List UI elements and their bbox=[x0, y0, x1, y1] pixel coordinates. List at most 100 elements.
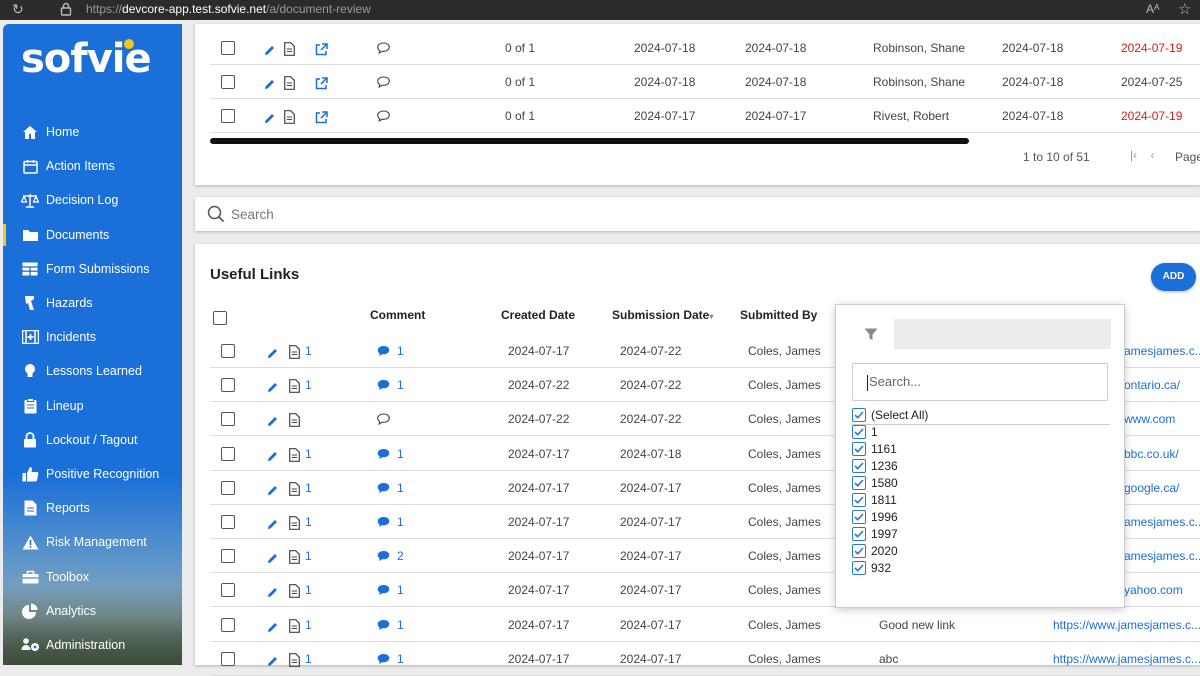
edit-icon[interactable] bbox=[267, 382, 278, 396]
search-bar[interactable]: Search bbox=[195, 197, 1200, 231]
document-icon[interactable] bbox=[284, 76, 295, 93]
first-page-icon[interactable]: |‹ bbox=[1130, 148, 1137, 162]
checked-checkbox-icon[interactable] bbox=[852, 424, 866, 439]
sidebar-item-incidents[interactable]: Incidents bbox=[3, 320, 182, 354]
sidebar-item-hazards[interactable]: Hazards bbox=[3, 286, 182, 320]
comment-icon[interactable] bbox=[377, 42, 390, 57]
row-checkbox[interactable] bbox=[221, 75, 235, 89]
row-checkbox[interactable] bbox=[221, 344, 235, 358]
sidebar-item-lessons-learned[interactable]: Lessons Learned bbox=[3, 354, 182, 388]
select-all-checkbox[interactable] bbox=[213, 311, 227, 325]
comment-icon[interactable] bbox=[377, 653, 390, 668]
sidebar-item-toolbox[interactable]: Toolbox bbox=[3, 560, 182, 594]
edit-icon[interactable] bbox=[267, 519, 278, 533]
checked-checkbox-icon[interactable] bbox=[852, 510, 866, 525]
comment-icon[interactable] bbox=[377, 379, 390, 394]
row-checkbox[interactable] bbox=[221, 480, 235, 495]
row-checkbox[interactable] bbox=[221, 412, 235, 427]
edit-icon[interactable] bbox=[264, 45, 275, 59]
edit-icon[interactable] bbox=[264, 79, 275, 93]
row-checkbox[interactable] bbox=[221, 109, 235, 123]
document-icon[interactable] bbox=[284, 42, 295, 59]
favorite-star-icon[interactable]: ☆ bbox=[1178, 0, 1191, 18]
comment-icon[interactable] bbox=[377, 584, 390, 599]
row-checkbox[interactable] bbox=[221, 446, 235, 461]
sidebar-item-risk-management[interactable]: Risk Management bbox=[3, 525, 182, 559]
sidebar-item-documents[interactable]: Documents bbox=[3, 218, 182, 252]
sidebar-item-reports[interactable]: Reports bbox=[3, 491, 182, 525]
comment-icon[interactable] bbox=[377, 482, 390, 497]
edit-icon[interactable] bbox=[267, 553, 278, 567]
link-url[interactable]: bbc.co.uk/ bbox=[1124, 437, 1179, 471]
sidebar-item-form-submissions[interactable]: Form Submissions bbox=[3, 252, 182, 286]
link-url[interactable]: https://www.jamesjames.c... bbox=[1053, 642, 1200, 676]
reload-icon[interactable]: ↻ bbox=[12, 1, 24, 18]
link-url[interactable]: https://www.jamesjames.c... bbox=[1053, 608, 1200, 642]
document-icon[interactable] bbox=[289, 345, 300, 362]
url-field[interactable]: https://devcore-app.test.sofvie.net/a/do… bbox=[86, 2, 371, 16]
comment-icon[interactable] bbox=[377, 448, 390, 463]
open-external-icon[interactable] bbox=[315, 111, 328, 127]
row-checkbox[interactable] bbox=[221, 41, 235, 55]
edit-icon[interactable] bbox=[267, 348, 278, 362]
comment-header[interactable]: Comment bbox=[370, 308, 425, 322]
filter-option[interactable]: 2020 bbox=[852, 543, 898, 560]
horizontal-scrollbar[interactable] bbox=[210, 138, 969, 144]
submitted-by-header[interactable]: Submitted By bbox=[740, 308, 817, 322]
edit-icon[interactable] bbox=[267, 587, 278, 601]
filter-option[interactable]: 1997 bbox=[852, 526, 898, 543]
filter-option[interactable]: 1996 bbox=[852, 509, 898, 526]
link-url[interactable]: amesjames.c... bbox=[1124, 505, 1200, 539]
checked-checkbox-icon[interactable] bbox=[852, 561, 866, 576]
document-icon[interactable] bbox=[284, 110, 295, 127]
link-url[interactable]: yahoo.com bbox=[1124, 573, 1183, 607]
submission-date-header[interactable]: Submission Date▾ bbox=[612, 308, 713, 322]
document-icon[interactable] bbox=[289, 516, 300, 533]
link-url[interactable]: www.com bbox=[1124, 402, 1175, 436]
link-url[interactable]: google.ca/ bbox=[1124, 471, 1179, 505]
checked-checkbox-icon[interactable] bbox=[852, 544, 866, 559]
comment-icon[interactable] bbox=[377, 345, 390, 360]
checked-checkbox-icon[interactable] bbox=[852, 527, 866, 542]
filter-option[interactable]: (Select All) bbox=[852, 406, 928, 423]
row-checkbox[interactable] bbox=[221, 617, 235, 632]
search-input[interactable]: Search bbox=[231, 207, 274, 222]
sidebar-item-home[interactable]: Home bbox=[3, 115, 182, 149]
checked-checkbox-icon[interactable] bbox=[852, 458, 866, 473]
edit-icon[interactable] bbox=[267, 622, 278, 636]
sidebar-item-lineup[interactable]: Lineup bbox=[3, 389, 182, 423]
filter-option[interactable]: 1580 bbox=[852, 474, 898, 491]
edit-icon[interactable] bbox=[267, 485, 278, 499]
document-icon[interactable] bbox=[289, 447, 300, 465]
comment-icon[interactable] bbox=[377, 516, 390, 531]
document-icon[interactable] bbox=[289, 652, 300, 670]
filter-tab[interactable] bbox=[848, 319, 894, 349]
document-icon[interactable] bbox=[289, 481, 300, 499]
link-url[interactable]: amesjames.c... bbox=[1124, 539, 1200, 573]
comment-icon[interactable] bbox=[377, 413, 390, 428]
document-icon[interactable] bbox=[289, 413, 300, 430]
edit-icon[interactable] bbox=[267, 416, 278, 430]
comment-icon[interactable] bbox=[377, 76, 390, 91]
filter-option[interactable]: 1 bbox=[852, 423, 878, 440]
sidebar-item-positive-recognition[interactable]: Positive Recognition bbox=[3, 457, 182, 491]
link-url[interactable]: amesjames.c... bbox=[1124, 334, 1200, 368]
sidebar-item-action-items[interactable]: Action Items bbox=[3, 149, 182, 183]
previous-page-icon[interactable]: ‹ bbox=[1150, 148, 1154, 162]
comment-icon[interactable] bbox=[377, 550, 390, 565]
filter-option[interactable]: 1236 bbox=[852, 457, 898, 474]
filter-option[interactable]: 932 bbox=[852, 560, 891, 577]
open-external-icon[interactable] bbox=[315, 43, 328, 59]
document-icon[interactable] bbox=[289, 550, 300, 567]
sofvie-logo[interactable]: sofvie bbox=[21, 36, 152, 82]
open-external-icon[interactable] bbox=[315, 77, 328, 93]
link-url[interactable]: ontario.ca/ bbox=[1124, 368, 1180, 402]
filter-search-input[interactable]: Search... bbox=[852, 363, 1108, 401]
row-checkbox[interactable] bbox=[221, 651, 235, 666]
row-checkbox[interactable] bbox=[221, 515, 235, 529]
sidebar-item-decision-log[interactable]: Decision Log bbox=[3, 183, 182, 217]
filter-option[interactable]: 1161 bbox=[852, 440, 897, 457]
sidebar-item-lockout-tagout[interactable]: Lockout / Tagout bbox=[3, 423, 182, 457]
checked-checkbox-icon[interactable] bbox=[852, 441, 866, 456]
checked-checkbox-icon[interactable] bbox=[852, 407, 866, 422]
